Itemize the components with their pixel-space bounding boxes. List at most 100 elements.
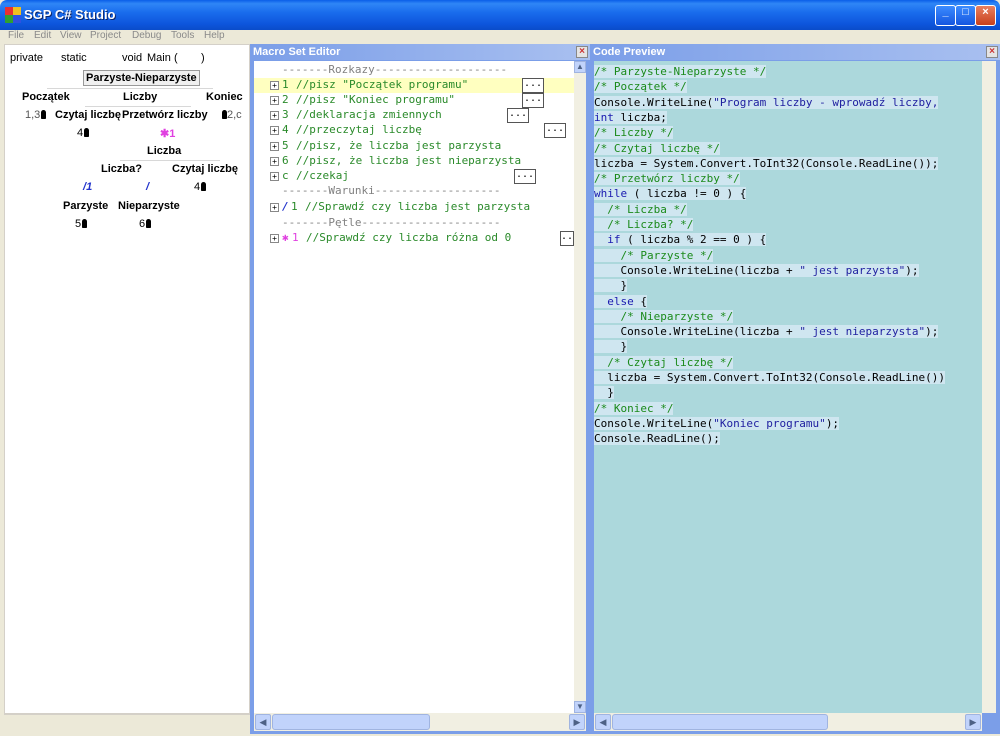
menu-tools[interactable]: Tools	[171, 30, 194, 41]
edit-dots-button[interactable]: ...	[544, 123, 566, 138]
code-token: ( liczba % 2 == 0 ) {	[620, 233, 767, 247]
code-token: while	[594, 187, 628, 201]
expand-icon[interactable]: +	[270, 126, 279, 135]
node-nieparzyste[interactable]: Nieparzyste	[118, 200, 180, 212]
code-preview-body[interactable]: /* Parzyste-Nieparzyste */ /* Początek */…	[594, 61, 982, 713]
code-vertical-scrollbar[interactable]	[982, 61, 996, 713]
expand-icon[interactable]: +	[270, 81, 279, 90]
node-koniec[interactable]: Koniec	[206, 91, 243, 103]
condition-ref: 1	[86, 181, 93, 193]
code-token: "Koniec programu"	[713, 416, 826, 430]
node-czytaj-liczbe[interactable]: Czytaj liczbę	[55, 109, 121, 121]
close-button[interactable]: ×	[975, 5, 996, 26]
macro-horizontal-scrollbar[interactable]: ◀ ▶	[254, 713, 586, 731]
expand-icon[interactable]: +	[270, 96, 279, 105]
code-token: /* Liczby */	[594, 126, 674, 140]
code-token: /* Nieparzyste */	[620, 309, 734, 323]
edit-dots-button[interactable]: ...	[522, 93, 544, 108]
code-token: Console.WriteLine(liczba +	[594, 325, 800, 339]
macro-item[interactable]: + 4 //przeczytaj liczbę ...	[254, 123, 574, 138]
code-line: /* Liczba */	[594, 202, 687, 217]
node-czytaj-liczbe-2[interactable]: Czytaj liczbę	[172, 163, 238, 175]
code-token: /* Koniec */	[594, 401, 674, 415]
code-token: " jest nieparzysta"	[799, 325, 926, 339]
scroll-thumb[interactable]	[612, 714, 828, 730]
node-parzyste[interactable]: Parzyste	[63, 200, 108, 212]
menu-file[interactable]: File	[8, 30, 24, 41]
macro-item[interactable]: + 1 //pisz "Początek programu" ...	[254, 78, 574, 93]
node-liczby[interactable]: Liczby	[123, 91, 157, 103]
condition-item[interactable]: + / 1 //Sprawdź czy liczba jest parzysta	[254, 200, 574, 215]
edit-dots-button[interactable]: ...	[522, 78, 544, 93]
code-line: Console.ReadLine();	[594, 431, 720, 446]
minimize-button[interactable]: _	[935, 5, 956, 26]
code-token: /* Przetwórz liczby */	[594, 172, 740, 186]
code-line: Console.WriteLine("Program liczby - wpro…	[594, 95, 939, 110]
expand-icon[interactable]: +	[270, 172, 279, 181]
edit-dots-button[interactable]: ...	[560, 231, 579, 246]
scroll-left-icon[interactable]: ◀	[595, 714, 611, 730]
expand-icon[interactable]: +	[270, 234, 279, 243]
maximize-button[interactable]: □	[955, 5, 976, 26]
expand-icon[interactable]: +	[270, 203, 279, 212]
return-type: void	[122, 52, 143, 64]
menu-project[interactable]: Project	[90, 30, 121, 41]
code-token: Console.WriteLine(	[594, 95, 714, 109]
code-token: );	[905, 263, 919, 277]
code-line: liczba = System.Convert.ToInt32(Console.…	[594, 370, 945, 385]
tree-root-node[interactable]: Parzyste-Nieparzyste	[83, 70, 200, 86]
loop-item[interactable]: + ✱ 1 //Sprawdź czy liczba różna od 0 ..…	[254, 231, 579, 246]
condition-slash-icon: /	[146, 181, 150, 193]
loop-star-icon: ✱	[282, 231, 289, 244]
node-liczba-q[interactable]: Liczba?	[101, 163, 142, 175]
edit-dots-button[interactable]: ...	[514, 169, 536, 184]
macro-item[interactable]: + 5 //pisz, że liczba jest parzysta	[254, 139, 574, 154]
code-preview-header: Code Preview ×	[590, 44, 1000, 60]
macro-item[interactable]: + c //czekaj ...	[254, 169, 574, 184]
code-token: Console.ReadLine();	[594, 432, 720, 446]
code-line: }	[594, 339, 628, 354]
code-token: }	[594, 386, 614, 400]
tree-connector	[47, 88, 213, 89]
node-przetworz-liczby[interactable]: Przetwórz liczby	[122, 109, 208, 121]
scroll-up-icon[interactable]: ▲	[574, 61, 586, 73]
macro-editor-close-icon[interactable]: ×	[576, 46, 588, 58]
code-line: Console.WriteLine("Koniec programu");	[594, 416, 840, 431]
code-token: }	[594, 279, 628, 293]
scroll-right-icon[interactable]: ▶	[965, 714, 981, 730]
expand-icon[interactable]: +	[270, 157, 279, 166]
code-token: int	[594, 110, 614, 124]
expand-icon[interactable]: +	[270, 111, 279, 120]
loop-ref: 1	[169, 128, 176, 140]
macro-editor-body: -------Rozkazy-------------------- + 1 /…	[254, 61, 586, 713]
menu-debug[interactable]: Debug	[132, 30, 161, 41]
method-tree-panel: private static void Main ( ) Parzyste-Ni…	[4, 44, 250, 714]
macro-item[interactable]: + 2 //pisz "Koniec programu" ...	[254, 93, 574, 108]
scroll-right-icon[interactable]: ▶	[569, 714, 585, 730]
method-name: Main	[147, 52, 171, 64]
scroll-down-icon[interactable]: ▼	[574, 701, 586, 713]
menu-help[interactable]: Help	[204, 30, 225, 41]
node-liczba[interactable]: Liczba	[147, 145, 181, 157]
macro-vertical-scrollbar[interactable]: ▲ ▼	[574, 61, 586, 713]
macro-editor-header: Macro Set Editor ×	[250, 44, 590, 60]
node-poczatek[interactable]: Początek	[22, 91, 70, 103]
scroll-thumb[interactable]	[272, 714, 430, 730]
menu-view[interactable]: View	[60, 30, 82, 41]
left-status-strip	[4, 714, 250, 732]
code-line: /* Nieparzyste */	[594, 309, 734, 324]
code-token: {	[633, 294, 647, 308]
code-horizontal-scrollbar[interactable]: ◀ ▶	[594, 713, 982, 731]
menu-edit[interactable]: Edit	[34, 30, 51, 41]
paren-close: )	[201, 52, 205, 64]
expand-icon[interactable]: +	[270, 142, 279, 151]
edit-dots-button[interactable]: ...	[507, 108, 529, 123]
tree-connector	[85, 106, 191, 107]
code-preview-close-icon[interactable]: ×	[986, 46, 998, 58]
macro-item[interactable]: + 3 //deklaracja zmiennych ...	[254, 108, 574, 123]
scroll-left-icon[interactable]: ◀	[255, 714, 271, 730]
macro-item[interactable]: + 6 //pisz, że liczba jest nieparzysta	[254, 154, 574, 169]
